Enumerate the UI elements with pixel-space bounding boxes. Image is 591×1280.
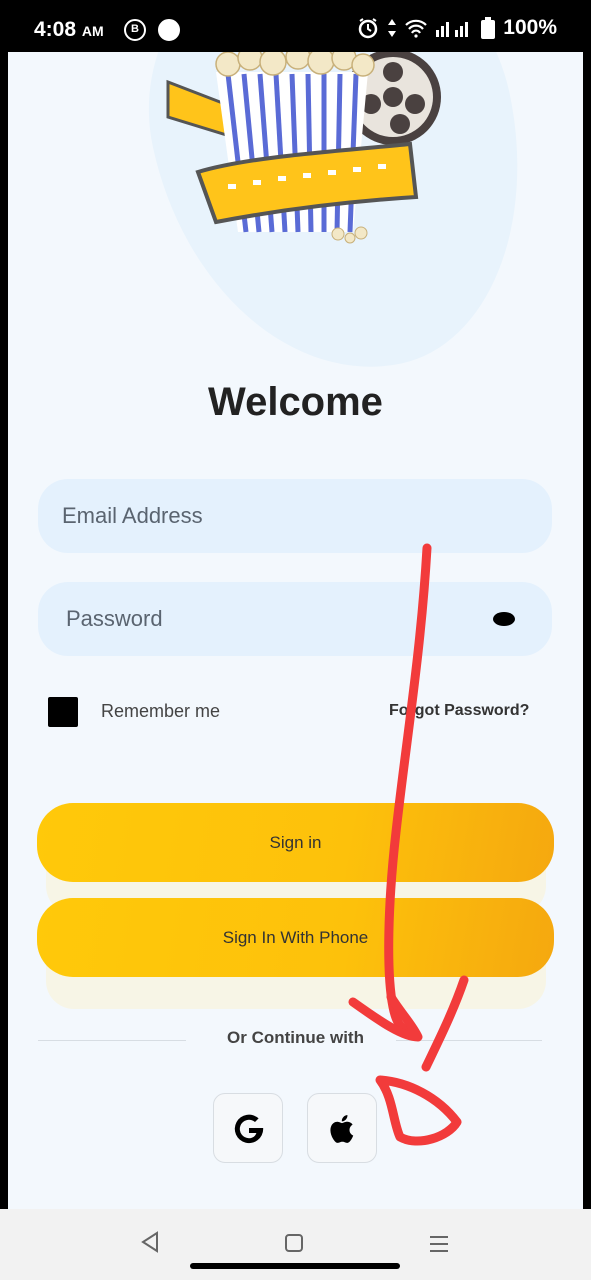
- apple-logo-icon: [330, 1115, 354, 1143]
- status-bar: 4:08 AM B 100%: [0, 0, 591, 52]
- b-notification-icon: B: [124, 19, 146, 41]
- status-time-ampm: AM: [81, 23, 104, 39]
- status-time-value: 4:08: [34, 18, 77, 41]
- back-nav-icon[interactable]: [140, 1231, 160, 1253]
- app-notification-icon: [158, 19, 180, 41]
- data-arrows-icon: [388, 19, 397, 37]
- google-signin-button[interactable]: [213, 1093, 283, 1163]
- status-time: 4:08 AM: [34, 18, 104, 42]
- email-field[interactable]: [38, 479, 552, 553]
- home-nav-icon[interactable]: [285, 1234, 303, 1252]
- google-g-icon: [234, 1114, 264, 1144]
- navigation-bar: [0, 1209, 591, 1280]
- forgot-password-link[interactable]: Forgot Password?: [389, 702, 529, 720]
- remember-me-label: Remember me: [101, 701, 221, 721]
- home-indicator[interactable]: [190, 1263, 400, 1269]
- remember-me-checkbox[interactable]: [48, 697, 78, 727]
- popcorn-film-illustration: [166, 52, 441, 244]
- apple-signin-button[interactable]: [307, 1093, 377, 1163]
- wifi-icon: [405, 19, 428, 38]
- sign-in-button[interactable]: Sign in: [37, 803, 554, 882]
- password-field[interactable]: [38, 582, 552, 656]
- b-notification-letter: B: [131, 23, 139, 35]
- alarm-icon: [359, 18, 378, 39]
- password-visibility-icon[interactable]: [493, 612, 515, 626]
- status-icons: 100%: [357, 16, 557, 40]
- battery-percent: 100%: [503, 16, 557, 39]
- battery-icon: [481, 17, 496, 39]
- login-screen: Welcome Remember me Forgot Password? Sig…: [8, 52, 583, 1209]
- signal-icon: [436, 22, 469, 37]
- continue-with-label: Or Continue with: [227, 1028, 364, 1047]
- sign-in-with-phone-button[interactable]: Sign In With Phone: [37, 898, 554, 977]
- welcome-title: Welcome: [208, 380, 383, 424]
- recents-nav-icon[interactable]: [429, 1235, 449, 1253]
